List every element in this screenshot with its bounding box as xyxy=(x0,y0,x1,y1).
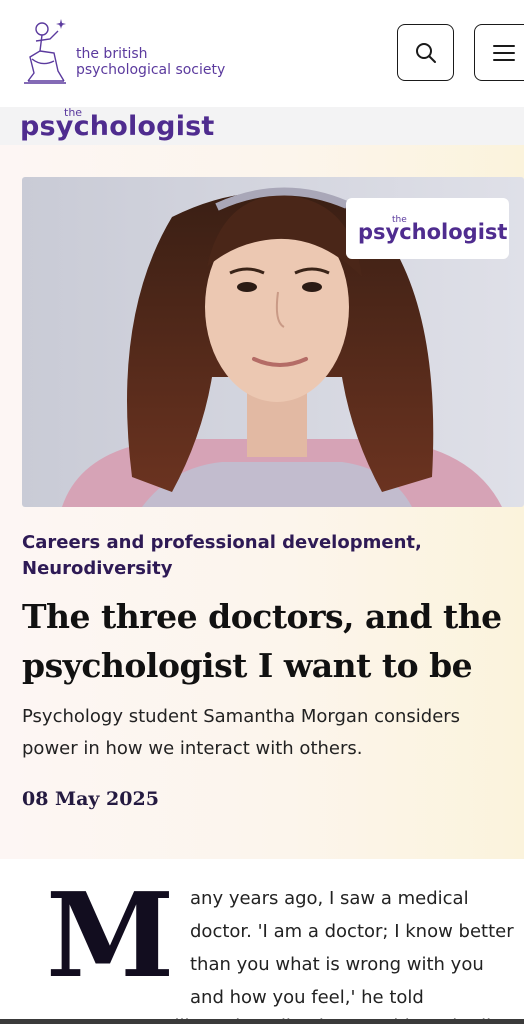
search-button[interactable] xyxy=(397,24,454,81)
site-header: the british psychological society xyxy=(0,0,524,107)
search-icon xyxy=(415,42,436,63)
bps-emblem-icon xyxy=(24,19,66,84)
photo-badge-name: psychologist xyxy=(358,220,508,244)
menu-button[interactable] xyxy=(474,24,524,81)
article-headline: The three doctors, and the psychologist … xyxy=(22,597,502,685)
article-categories[interactable]: Careers and professional development, Ne… xyxy=(22,530,502,582)
brand-name: psychologist xyxy=(20,111,215,142)
article-first-paragraph: any years ago, I saw a medical doctor. '… xyxy=(190,888,514,1008)
publication-date: 08 May 2025 xyxy=(22,788,159,810)
bps-wordmark: the british psychological society xyxy=(76,46,225,78)
drop-cap: M xyxy=(46,868,175,1004)
article-standfirst: Psychology student Samantha Morgan consi… xyxy=(22,706,461,759)
org-name-line2: psychological society xyxy=(76,62,226,78)
hamburger-menu-icon xyxy=(493,44,515,61)
bottom-edge-bar xyxy=(0,1019,524,1024)
org-name-line1: the british xyxy=(76,46,148,62)
